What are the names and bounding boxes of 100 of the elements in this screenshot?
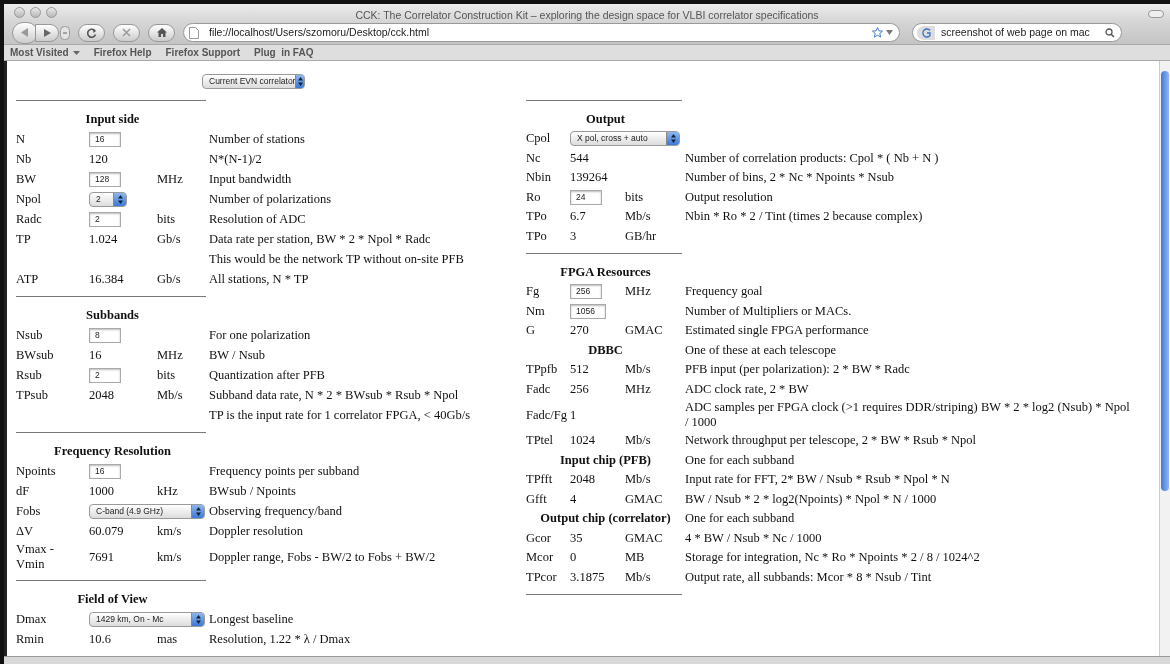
number-field[interactable]: 256 [570,284,602,300]
field-value: 6.7 [570,209,586,225]
number-field[interactable]: 16 [89,463,121,479]
bookmark-link[interactable]: Firefox Support [165,45,240,61]
caret-icon[interactable] [886,30,893,35]
field-value: 10.6 [89,631,111,647]
dropdown[interactable]: C-band (4.9 GHz) [89,503,205,519]
number-field[interactable]: 8 [89,327,121,343]
number-field[interactable]: 2 [89,211,121,227]
field-description: Output rate, all subbands: Mcor * 8 * Nsub / Tint [685,569,932,585]
field-label: Radc [16,211,42,227]
up-down-arrows-icon [670,134,676,144]
bookmark-link[interactable]: Plug in FAQ [253,45,314,61]
reload-button[interactable] [78,23,105,42]
section-heading: Input side [84,111,141,129]
field-description: 4 * BW / Nsub * Nc / 1000 [685,530,822,546]
subsection-heading: DBBC [588,342,623,358]
field-label: Nc [526,150,541,166]
field-description: Storage for integration, Nc * Ro * Npoints * 2 / 8 / 1024^2 [685,550,980,566]
field-value: 2048 [570,472,595,488]
scrollbar[interactable] [1159,61,1170,657]
home-button[interactable] [148,23,175,42]
dropdown[interactable]: 1429 km, On - Mc [89,611,205,627]
field-value: 16.384 [89,271,124,287]
scroll-thumb[interactable] [1161,71,1169,492]
field-label: G [526,323,536,339]
field-description: BW / Nsub [209,347,266,363]
field-description: Input rate for FFT, 2* BW / Nsub * Rsub * Npol * N [685,472,950,488]
field-description: Subband data rate, N * 2 * BWsub * Rsub * Npol [209,387,459,403]
field-value: 60.079 [89,523,124,539]
search-icon[interactable] [1105,27,1115,38]
house-icon [156,28,167,37]
field-description: Frequency goal [685,284,763,300]
toolbar-toggle-icon[interactable] [1148,10,1164,18]
stop-button[interactable] [113,23,140,42]
page-icon [189,26,199,39]
number-field[interactable]: 24 [570,189,602,205]
history-dropdown-icon[interactable] [60,25,70,40]
field-description: Network throughput per telescope, 2 * BW * Rsub * Npol [685,433,977,449]
field-description: Number of bins, 2 * Nc * Npoints * Nsub [685,170,894,186]
close-window-icon[interactable] [14,6,25,18]
field-description: PFB input (per polarization): 2 * BW * Radc [685,362,910,378]
field-value: 2048 [89,387,114,403]
search-text: screenshot of web page on mac [941,24,1091,40]
unit-label: Mb/s [625,472,651,488]
field-label: N [16,131,26,147]
zoom-window-icon[interactable] [46,6,57,18]
number-field[interactable]: 128 [89,171,121,187]
field-description: Number of stations [209,131,305,147]
star-icon[interactable] [872,27,883,38]
dropdown[interactable]: X pol, cross + auto [570,131,680,147]
back-arrow-icon [21,28,29,37]
up-down-arrows-icon [195,614,201,624]
field-label: TPo [526,228,547,244]
field-label: ATP [16,271,39,287]
field-description: One for each subband [685,511,795,527]
search-engine-icon[interactable] [917,25,935,40]
forward-button[interactable] [35,23,59,42]
field-label: TPtel [526,433,554,449]
search-field[interactable]: screenshot of web page on mac [912,23,1122,42]
field-label: TPo [526,209,547,225]
back-button[interactable] [12,21,38,44]
dropdown[interactable]: 2 [89,191,127,207]
address-field[interactable]: file://localhost/Users/szomoru/Desktop/cck.html [183,23,900,42]
unit-label: GB/hr [625,228,657,244]
number-field[interactable]: 16 [89,131,121,147]
unit-label: GMAC [625,323,663,339]
field-label: Dmax [16,611,47,627]
dropdown[interactable]: Current EVN correlator [202,74,305,90]
field-value: 120 [89,151,108,167]
field-label: Nsub [16,327,43,343]
field-description: BW / Nsub * 2 * log2(Npoints) * Npol * N / 1000 [685,491,937,507]
field-label: Rmin [16,631,44,647]
field-label: Nm [526,303,545,319]
subsection-heading: Output chip (correlator) [540,511,671,527]
up-down-arrows-icon [195,506,201,516]
field-value: 3 [570,228,577,244]
field-label: Fobs [16,503,41,519]
unit-label: MHz [157,171,183,187]
field-label: Ro [526,189,541,205]
unit-label: MB [625,550,645,566]
field-description: ADC samples per FPGA clock (>1 requires DDR/striping) BW * 2 * log2 (Nsub) * Npol / 1000 [685,400,1131,431]
bookmark-link[interactable]: Firefox Help [93,45,152,61]
unit-label: Mb/s [157,387,183,403]
field-description: For one polarization [209,327,311,343]
field-description: TP is the input rate for 1 correlator FPGA, < 40Gb/s [209,407,471,423]
bookmark-menu[interactable]: Most Visited [10,45,80,61]
field-description: Number of polarizations [209,191,332,207]
field-label: TPsub [16,387,48,403]
field-value: 0 [570,550,577,566]
field-value: 3.1875 [570,569,605,585]
number-field[interactable]: 1056 [570,303,606,319]
section-heading: Field of View [76,591,149,609]
number-field[interactable]: 2 [89,367,121,383]
section-heading: Subbands [85,307,140,325]
field-value: 16 [89,347,102,363]
unit-label: MHz [625,381,651,397]
unit-label: Mb/s [625,209,651,225]
unit-label: bits [157,211,176,227]
minimize-window-icon[interactable] [30,6,41,18]
